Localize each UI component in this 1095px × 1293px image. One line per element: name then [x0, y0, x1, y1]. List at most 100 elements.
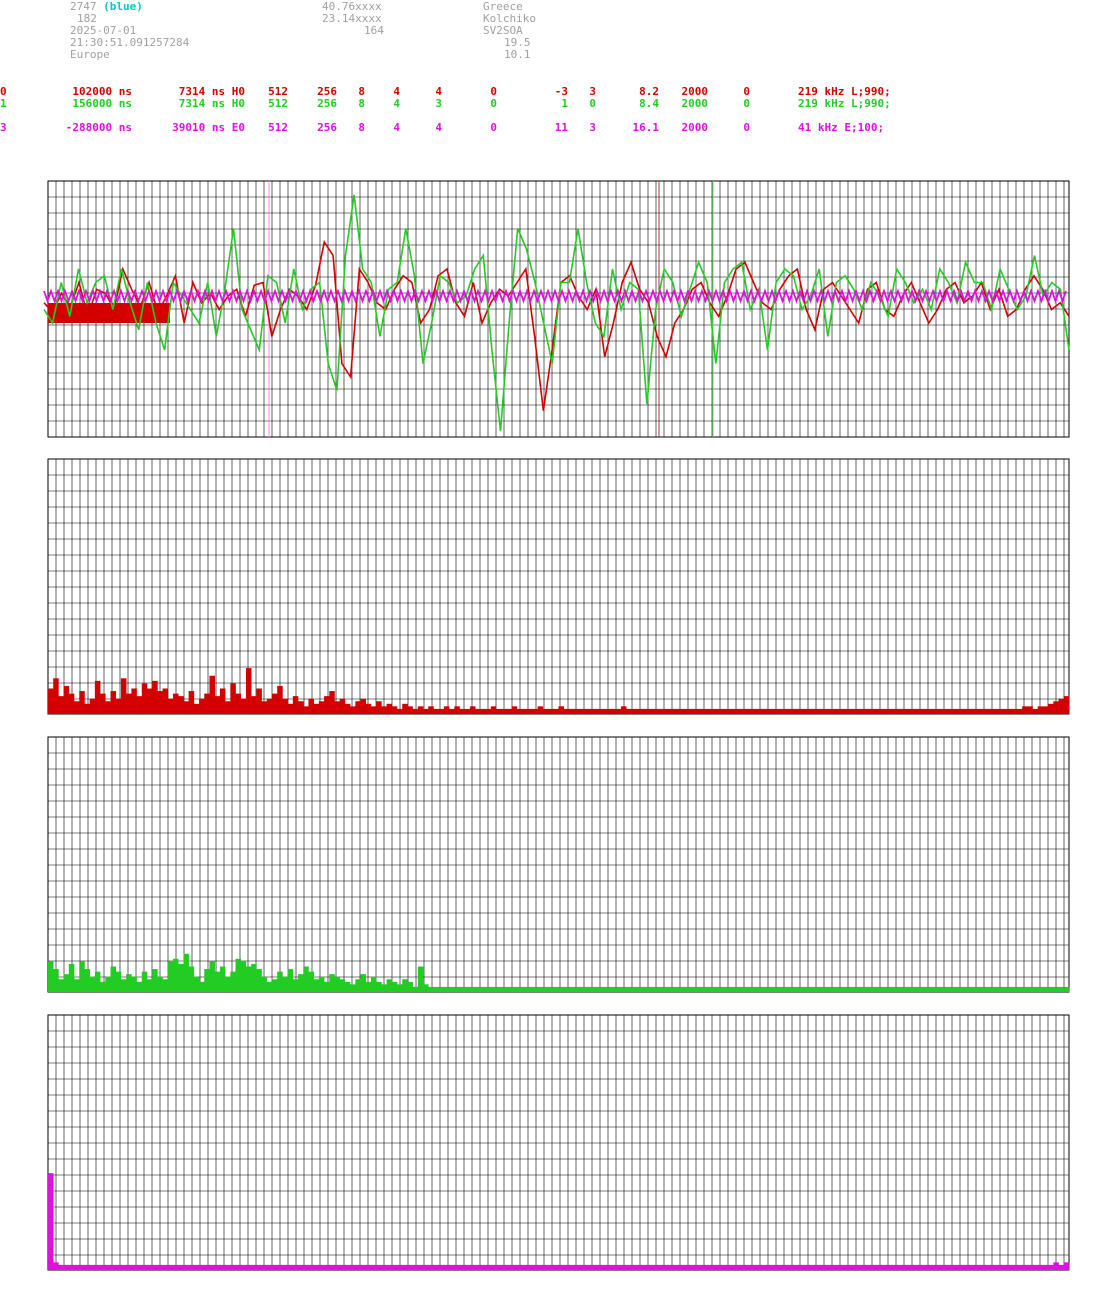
spectrum-bar: [506, 1264, 512, 1270]
spectrum-bar: [584, 1264, 591, 1270]
spectrum-bar: [574, 708, 580, 714]
spectrum-bar: [579, 1264, 585, 1270]
spectrum-bar: [251, 963, 257, 992]
spectrum-bar: [256, 969, 262, 992]
spectrum-bar: [516, 708, 523, 714]
spectrum-bar: [933, 986, 940, 992]
spectrum-bar: [53, 969, 59, 992]
spectrum-bar: [949, 708, 955, 714]
spectrum-bar: [964, 1264, 971, 1270]
spectrum-bar: [824, 708, 830, 714]
spectrum-bar: [980, 708, 986, 714]
spectrum-bar: [324, 696, 330, 714]
spectrum-bar: [688, 708, 695, 714]
spectrum-bar: [782, 986, 788, 992]
spectrum-bar: [105, 1264, 111, 1270]
spectrum-bar: [178, 963, 184, 992]
spectrum-bar: [318, 1264, 325, 1270]
spectrum-bar: [89, 1264, 96, 1270]
spectrum-bar: [845, 986, 851, 992]
spectrum-bar: [48, 688, 54, 714]
spectrum-bar: [240, 698, 247, 714]
spectrum-bar: [277, 685, 283, 714]
spectrum-bar: [897, 708, 903, 714]
spectrum-bar: [766, 986, 773, 992]
spectrum-bar: [355, 1264, 361, 1270]
spectrum-bar: [787, 708, 794, 714]
spectrum-bar: [209, 675, 215, 714]
spectrum-bar: [886, 708, 893, 714]
spectrum-bar: [985, 708, 992, 714]
spectrum-bar: [464, 1264, 471, 1270]
spectrum-bar: [808, 1264, 815, 1270]
spectrum-bar: [928, 708, 934, 714]
spectrum-bar: [871, 1264, 877, 1270]
spectrum-bar: [131, 688, 137, 714]
spectrum-bar: [542, 1264, 549, 1270]
spectrum-bar: [402, 703, 408, 714]
spectrum-bar: [667, 708, 674, 714]
spectrum-bar: [787, 986, 794, 992]
spectrum-bar: [699, 986, 705, 992]
spectrum-bar: [94, 971, 101, 992]
spectrum-bar: [438, 708, 445, 714]
spectrum-bar: [709, 708, 716, 714]
spectrum-bar: [860, 986, 867, 992]
spectrum-bar: [641, 708, 648, 714]
spectrum-bar: [1063, 986, 1070, 992]
spectrum-bar: [350, 984, 356, 992]
spectrum-bar: [282, 1264, 288, 1270]
spectrum-bar: [214, 971, 221, 992]
spectrum-bar: [376, 981, 382, 992]
spectrum-bar: [68, 693, 75, 714]
spectrum-bar: [501, 1264, 507, 1270]
spectrum-bar: [813, 708, 820, 714]
spectrum-bar: [605, 708, 611, 714]
spectrum-bar: [553, 986, 559, 992]
spectrum-bar: [516, 986, 523, 992]
spectrum-bar: [386, 1264, 393, 1270]
spectrum-bar: [996, 986, 1002, 992]
spectrum-bar: [891, 986, 898, 992]
spectrum-bar: [542, 986, 549, 992]
spectrum-bar: [74, 701, 80, 714]
spectrum-bar: [912, 1264, 919, 1270]
spectrum-bar: [756, 1264, 762, 1270]
spectrum-bar: [631, 1264, 637, 1270]
spectrum-bar: [1048, 986, 1054, 992]
spectrum-bar: [235, 693, 242, 714]
spectrum-bar: [917, 986, 924, 992]
spectrum-bar: [808, 986, 815, 992]
spectrum-bar: [933, 1264, 940, 1270]
spectrum-bar: [693, 986, 700, 992]
spectrum-bar: [501, 708, 507, 714]
spectrum-bar: [730, 986, 736, 992]
spectrum-bar: [58, 696, 64, 714]
spectrum-bar: [459, 1264, 466, 1270]
spectrum-bar: [652, 1264, 658, 1270]
spectrum-bar: [152, 1264, 158, 1270]
spectrum-bar: [907, 1264, 914, 1270]
spectrum-bar: [1001, 1264, 1007, 1270]
spectrum-bar: [183, 701, 189, 714]
spectrum-bar: [329, 1264, 335, 1270]
spectrum-bar: [756, 986, 762, 992]
spectrum-bar: [761, 708, 768, 714]
spectrum-bar: [1022, 706, 1028, 714]
spectrum-bar: [204, 1264, 210, 1270]
spectrum-bar: [626, 708, 632, 714]
spectrum-bar: [964, 708, 971, 714]
spectrum-bar: [79, 961, 85, 992]
spectrum-bar: [324, 1264, 330, 1270]
spectrum-bar: [287, 703, 294, 714]
spectrum-bar: [209, 961, 215, 992]
spectrum-bar: [563, 986, 570, 992]
spectrum-bar: [230, 971, 236, 992]
spectrum-bar: [865, 986, 872, 992]
spectrum-bar: [829, 1264, 835, 1270]
spectrum-bar: [53, 678, 59, 714]
spectrum-bar: [412, 708, 419, 714]
spectrum-bar: [120, 1264, 127, 1270]
spectrum-bar: [943, 986, 950, 992]
spectrum-bar: [376, 701, 382, 714]
